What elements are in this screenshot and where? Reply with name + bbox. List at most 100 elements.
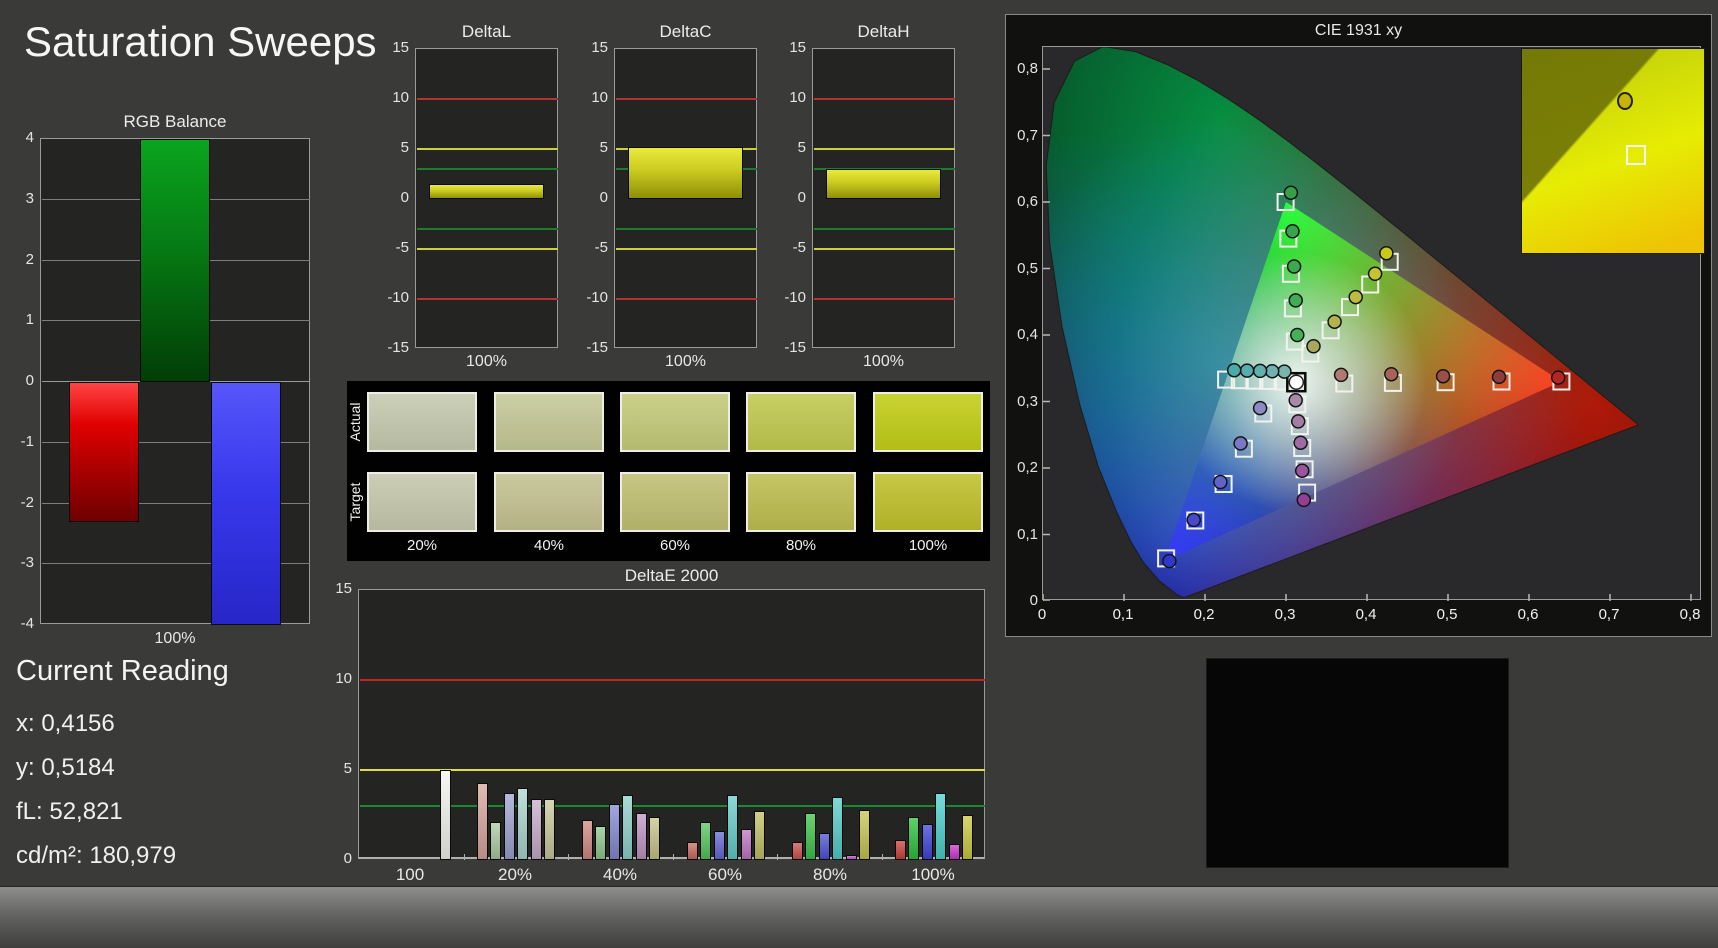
cie-measured-point-green [1288,293,1303,308]
deltae-xlabel: 20% [497,865,533,884]
delta_l-limit-line [417,168,558,170]
deltae-bar-100% [894,840,906,860]
cie-measured-point-blue [1252,400,1268,416]
delta_c-limit-line [616,248,757,250]
saturation-sweeps-page: Saturation Sweeps RGB Balance 4 3 2 1 0 -1 -2 -3… [0,0,1718,948]
delta_c-ytick: 5 [599,139,608,156]
cie-measured-point-blue [1213,474,1228,490]
delta_c-ytick: -15 [586,339,608,356]
deltae-bar-80% [859,809,871,860]
deltae-bar-20% [544,798,556,860]
cie-xtick: 0,7 [1598,606,1620,623]
rgb-bar-green [140,139,210,382]
cie-measured-point-blue [1186,512,1201,528]
cie-xtick: 0,8 [1679,606,1701,623]
rgb-ytick: -2 [20,493,34,511]
rgb-bar-red [69,382,139,522]
deltae-bar-60% [700,822,712,860]
deltae-bar-60% [754,811,766,860]
swatch-target-40% [494,472,604,532]
delta_l-ytick: -15 [387,339,409,356]
deltae-bar-100% [948,843,960,860]
delta_l-limit-line [417,298,558,300]
delta_l-ytick: -10 [387,289,409,306]
delta_h-ytick: 0 [797,189,806,206]
deltae-bar-20% [530,798,542,860]
rgb-ytick: -3 [20,554,34,572]
deltae-bar-20% [517,788,529,860]
cie-measured-point-yellow [1327,314,1342,329]
delta_c-ytick: 10 [591,89,608,106]
swatch-target-60% [620,472,730,532]
deltae-bar-60% [740,829,752,860]
delta_h-ytick: -5 [792,239,806,256]
reading-cdm2: cd/m²: 180,979 [16,842,177,869]
cie-measured-point-red [1491,369,1507,385]
deltae-bar-40% [635,813,647,860]
delta_l-ytick: 10 [392,89,409,106]
page-title: Saturation Sweeps [24,18,377,65]
cie-ytick: 0,2 [1017,459,1038,476]
delta_l-ytick: 15 [392,39,409,56]
reading-x: x: 0,4156 [16,710,115,737]
delta_l-limit-line [417,228,558,230]
delta_h-limit-line [814,248,955,250]
deltae-bar-40% [649,816,661,860]
cie-measured-point-magenta [1294,463,1310,478]
cie-ytick: 0,4 [1017,326,1038,343]
cie-ytick: 0,7 [1017,126,1038,144]
swatch-actual-60% [620,392,730,452]
delta_c-bar [628,147,743,199]
delta_l-xlabel: 100% [466,353,507,370]
delta_c-plot [614,48,757,348]
delta_l-limit-line [417,248,558,250]
deltae-bar-60% [686,842,698,860]
delta_l-ytick: -5 [395,239,409,256]
cie-measured-point-green [1283,185,1299,200]
rgb-ytick: 0 [25,372,34,389]
delta_l-plot [415,48,558,348]
cie-measured-point-red [1333,367,1349,383]
cie-ytick: 0,5 [1017,259,1038,277]
deltae-xlabel: 100 [395,865,425,884]
deltae-xlabel: 60% [707,865,743,884]
cie-measured-point-cyan [1252,363,1268,379]
deltae-title: DeltaE 2000 [624,566,719,585]
swatch-target-100% [873,472,983,532]
deltae-bar-20% [476,782,488,860]
swatch-col-label: 20% [406,537,438,554]
deltae-bar-80% [845,854,857,860]
swatch-row-label-actual: Actual [347,402,363,442]
swatch-col-label: 60% [659,537,691,554]
deltae-bar-40% [581,820,593,860]
cie-1931-panel: CIE 1931 xy 0 0,1 0,2 0,3 0,4 0,5 0,6 0,7 0,8 0 0,… [1005,14,1712,637]
cie-inset-target-square [1625,144,1646,165]
cie-measured-point-magenta [1288,392,1303,408]
cie-measured-point-yellow [1379,245,1394,261]
delta_c-ytick: 15 [591,39,608,56]
deltae-bar-100% [962,815,974,860]
deltae-bar-100 [439,770,451,860]
delta_h-plot [812,48,955,348]
delta_h-ytick: -15 [784,339,806,356]
cie-xtick: 0,5 [1436,606,1458,623]
delta_h-xlabel: 100% [863,353,904,370]
cie-xtick: 0,4 [1355,606,1377,623]
delta_h-limit-line [814,228,955,230]
rgb-ytick: 3 [25,189,34,207]
delta_h-ytick: 5 [797,139,806,156]
deltae-bar-80% [832,797,844,860]
delta_c-title: DeltaC [659,22,712,41]
cie-measured-point-yellow [1367,266,1383,282]
cie-measured-point-green [1290,327,1305,343]
rgb-ytick: 2 [25,250,34,268]
deltae-bar-60% [713,831,725,860]
deltae-xlabel: 100% [911,865,955,884]
delta_l-title: DeltaL [461,22,512,41]
rgb-ytick: -4 [20,615,34,632]
delta_l-ytick: 5 [400,139,409,156]
cie-measured-point-blue [1162,553,1177,569]
delta_h-bar [826,169,941,199]
deltae-bar-80% [805,813,817,860]
deltae-ytick: 5 [343,760,352,777]
